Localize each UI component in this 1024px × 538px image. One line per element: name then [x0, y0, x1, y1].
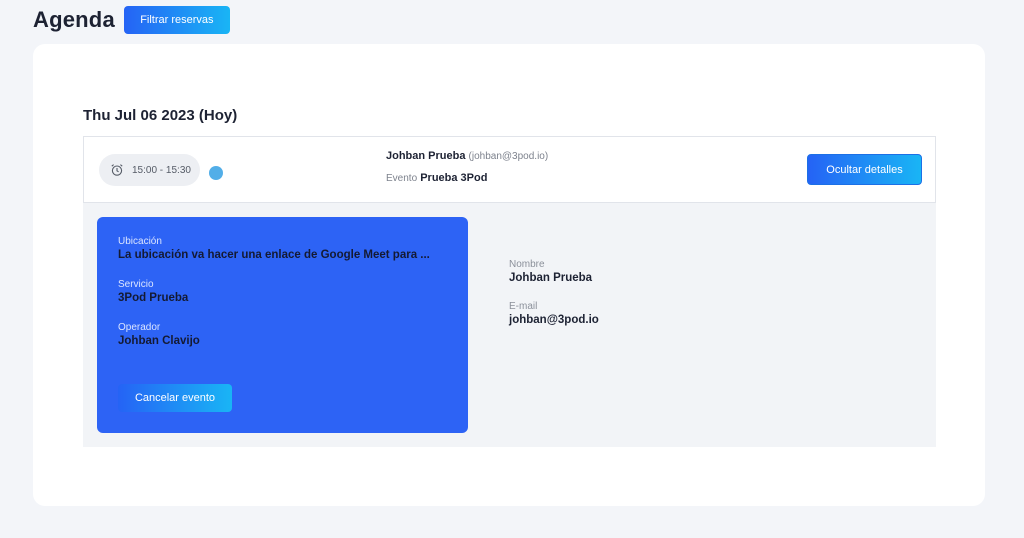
page-title: Agenda: [33, 7, 115, 32]
operator-field: Operador Johban Clavijo: [118, 322, 200, 347]
filter-reservations-button[interactable]: Filtrar reservas: [123, 6, 230, 34]
name-field: Nombre Johban Prueba: [509, 259, 592, 284]
event-details-panel: Ubicación La ubicación va hacer una enla…: [97, 217, 468, 433]
alarm-clock-icon: [111, 164, 123, 176]
email-label: E-mail: [509, 301, 538, 312]
service-value: 3Pod Prueba: [118, 292, 189, 304]
event-row[interactable]: 15:00 - 15:30 Johban Prueba (johban@3pod…: [83, 136, 936, 203]
cancel-event-button[interactable]: Cancelar evento: [118, 384, 232, 412]
email-value: johban@3pod.io: [509, 314, 599, 326]
attendee-name: Johban Prueba: [386, 150, 466, 162]
service-label: Servicio: [118, 279, 154, 290]
location-field: Ubicación La ubicación va hacer una enla…: [118, 236, 453, 261]
event-label: Evento: [386, 173, 418, 184]
location-value: La ubicación va hacer una enlace de Goog…: [118, 249, 430, 261]
event-name: Prueba 3Pod: [420, 172, 488, 184]
status-dot: [209, 166, 223, 180]
operator-value: Johban Clavijo: [118, 335, 200, 347]
operator-label: Operador: [118, 322, 161, 333]
event-info: Evento Prueba 3Pod: [386, 172, 487, 184]
event-details: Ubicación La ubicación va hacer una enla…: [83, 203, 936, 447]
hide-details-button[interactable]: Ocultar detalles: [807, 154, 922, 185]
location-label: Ubicación: [118, 236, 162, 247]
date-heading: Thu Jul 06 2023 (Hoy): [83, 107, 238, 124]
name-value: Johban Prueba: [509, 272, 593, 284]
name-label: Nombre: [509, 259, 545, 270]
attendee-info: Johban Prueba (johban@3pod.io): [386, 150, 548, 162]
attendee-email: (johban@3pod.io): [468, 151, 549, 162]
service-field: Servicio 3Pod Prueba: [118, 279, 188, 304]
time-pill: 15:00 - 15:30: [99, 154, 200, 186]
page-header: Agenda Filtrar reservas: [33, 6, 230, 34]
time-range: 15:00 - 15:30: [132, 164, 191, 176]
email-field: E-mail johban@3pod.io: [509, 301, 599, 326]
agenda-card: Thu Jul 06 2023 (Hoy) 15:00 - 15:30 Johb…: [33, 44, 985, 506]
